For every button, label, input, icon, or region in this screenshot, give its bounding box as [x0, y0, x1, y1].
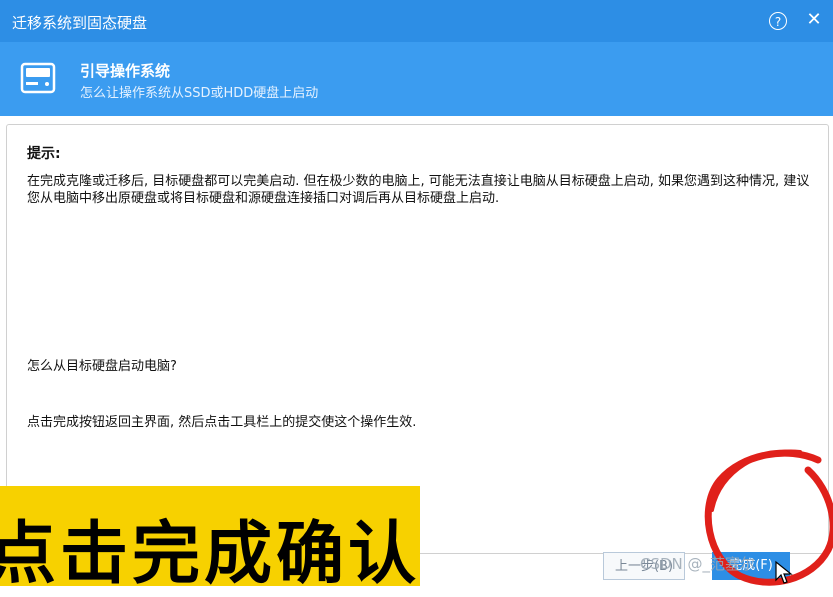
boot-question: 怎么从目标硬盘启动电脑? [27, 359, 177, 374]
dialog-header: 引导操作系统 怎么让操作系统从SSD或HDD硬盘上启动 [0, 42, 833, 116]
window-title: 迁移系统到固态硬盘 [12, 14, 148, 32]
title-bar: 迁移系统到固态硬盘 ? ✕ [0, 0, 833, 42]
dialog-window: 迁移系统到固态硬盘 ? ✕ 引导操作系统 怎么让操作系统从SSD或HDD硬盘上启… [0, 0, 833, 594]
disk-drive-icon [20, 62, 56, 94]
tip-heading: 提示: [27, 146, 61, 162]
tip-body: 在完成克隆或迁移后, 目标硬盘都可以完美启动. 但在极少数的电脑上, 可能无法直… [27, 174, 810, 206]
close-icon[interactable]: ✕ [803, 9, 825, 31]
watermark: CSDN @_范塞尔 [640, 555, 756, 573]
caption-text: 点击完成确认 [0, 515, 421, 594]
question-circle-icon[interactable]: ? [769, 12, 787, 30]
caption-banner: 点击完成确认 [0, 486, 420, 594]
header-subtitle: 怎么让操作系统从SSD或HDD硬盘上启动 [80, 86, 319, 101]
header-title: 引导操作系统 [80, 62, 171, 80]
boot-answer: 点击完成按钮返回主界面, 然后点击工具栏上的提交使这个操作生效. [27, 415, 417, 430]
mouse-cursor-icon [775, 560, 793, 584]
